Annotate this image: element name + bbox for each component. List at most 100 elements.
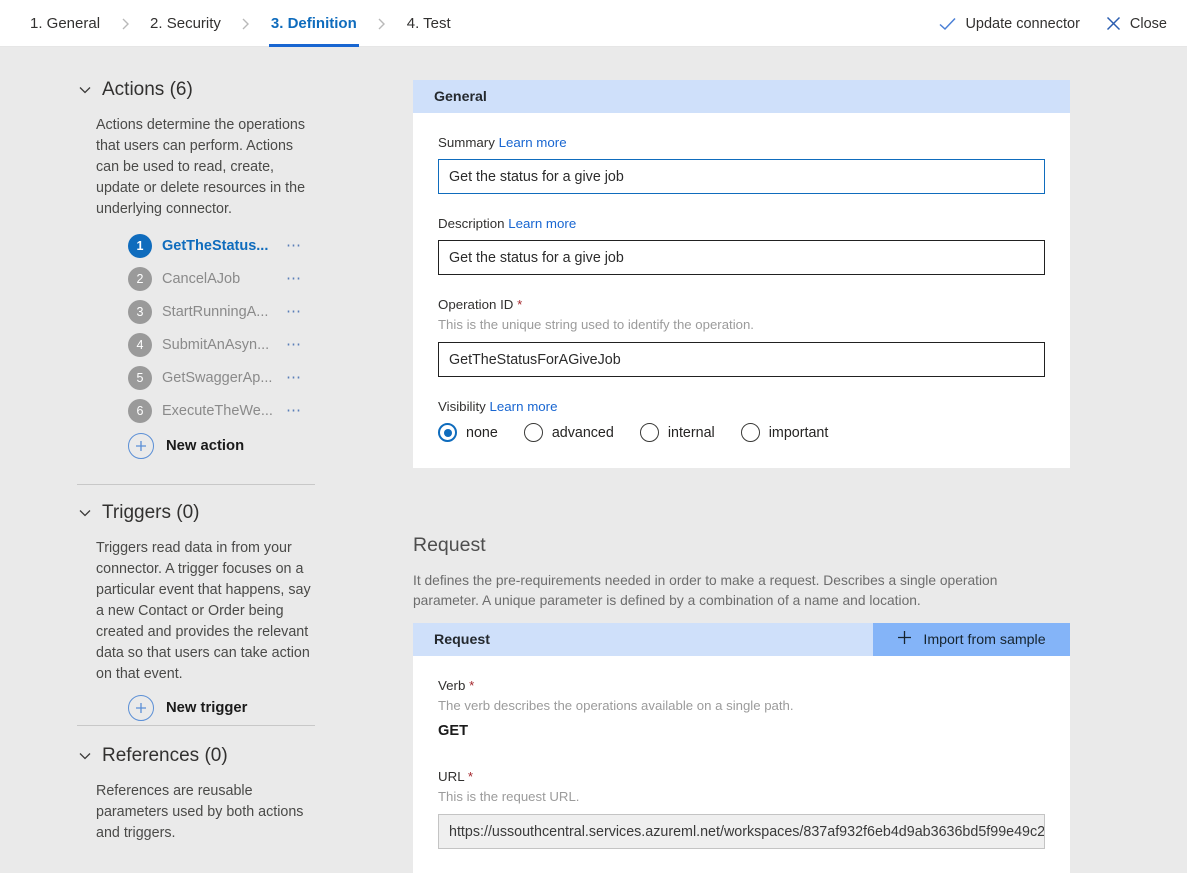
new-trigger-button[interactable]: New trigger	[128, 695, 395, 721]
summary-input[interactable]: Get the status for a give job	[438, 159, 1045, 194]
wizard-step-security[interactable]: 2. Security	[148, 0, 223, 47]
action-item-4[interactable]: 4 SubmitAnAsyn... ⋯	[128, 328, 395, 361]
summary-field: Summary Learn more Get the status for a …	[438, 135, 1045, 194]
operation-id-hint: This is the unique string used to identi…	[438, 317, 1045, 332]
visibility-learn-more-link[interactable]: Learn more	[490, 399, 558, 414]
action-item-4-label: SubmitAnAsyn...	[162, 337, 280, 353]
required-asterisk-icon: *	[469, 678, 474, 693]
url-label: URL *	[438, 769, 1045, 784]
verb-label: Verb *	[438, 678, 1045, 693]
wizard-step-general[interactable]: 1. General	[28, 0, 102, 47]
operation-id-field: Operation ID * This is the unique string…	[438, 297, 1045, 377]
visibility-option-important[interactable]: important	[741, 423, 829, 442]
action-item-5[interactable]: 5 GetSwaggerAp... ⋯	[128, 361, 395, 394]
sidebar-section-actions-title: Actions (6)	[102, 79, 193, 101]
action-item-5-number: 5	[128, 366, 152, 390]
overflow-dots-icon[interactable]: ⋯	[286, 407, 303, 415]
description-learn-more-link[interactable]: Learn more	[508, 216, 576, 231]
request-card-body: Verb * The verb describes the operations…	[413, 656, 1070, 873]
chevron-down-icon	[77, 505, 93, 521]
sidebar-section-actions: Actions (6) Actions determine the operat…	[0, 79, 395, 459]
wizard-step-definition-label: 3. Definition	[271, 15, 357, 32]
action-item-3[interactable]: 3 StartRunningA... ⋯	[128, 295, 395, 328]
wizard-step-test[interactable]: 4. Test	[405, 0, 453, 47]
action-item-4-number: 4	[128, 333, 152, 357]
overflow-dots-icon[interactable]: ⋯	[286, 374, 303, 382]
sidebar-section-actions-header[interactable]: Actions (6)	[77, 79, 395, 101]
plus-icon	[128, 695, 154, 721]
sidebar-section-actions-description: Actions determine the operations that us…	[96, 115, 318, 220]
action-item-6[interactable]: 6 ExecuteTheWe... ⋯	[128, 394, 395, 427]
close-button[interactable]: Close	[1104, 12, 1169, 36]
visibility-option-internal[interactable]: internal	[640, 423, 715, 442]
action-item-2-label: CancelAJob	[162, 271, 280, 287]
overflow-dots-icon[interactable]: ⋯	[286, 275, 303, 283]
summary-input-value: Get the status for a give job	[449, 169, 624, 185]
overflow-dots-icon[interactable]: ⋯	[286, 242, 303, 250]
request-card: Request Import from sample Verb * The ve…	[413, 623, 1070, 873]
visibility-field: Visibility Learn more none advanced	[438, 399, 1045, 442]
action-item-1[interactable]: 1 GetTheStatus... ⋯	[128, 229, 395, 262]
operation-id-label: Operation ID *	[438, 297, 1045, 312]
sidebar-section-triggers-header[interactable]: Triggers (0)	[77, 502, 395, 524]
sidebar-section-triggers-description: Triggers read data in from your connecto…	[96, 538, 318, 685]
close-label: Close	[1130, 16, 1167, 32]
url-input[interactable]: https://ussouthcentral.services.azureml.…	[438, 814, 1045, 849]
new-action-button[interactable]: New action	[128, 433, 395, 459]
checkmark-icon	[939, 17, 956, 31]
verb-label-text: Verb	[438, 678, 465, 693]
overflow-dots-icon[interactable]: ⋯	[286, 341, 303, 349]
top-action-buttons: Update connector Close	[937, 0, 1169, 47]
sidebar-section-references-header[interactable]: References (0)	[77, 745, 395, 767]
close-x-icon	[1106, 16, 1121, 31]
verb-field: Verb * The verb describes the operations…	[438, 678, 1045, 739]
action-item-2[interactable]: 2 CancelAJob ⋯	[128, 262, 395, 295]
radio-button-icon	[438, 423, 457, 442]
general-card-header: General	[413, 80, 1070, 113]
description-input[interactable]: Get the status for a give job	[438, 240, 1045, 275]
sidebar-divider	[77, 725, 315, 726]
url-label-text: URL	[438, 769, 464, 784]
description-input-value: Get the status for a give job	[449, 250, 624, 266]
visibility-option-internal-label: internal	[668, 425, 715, 441]
wizard-step-security-label: 2. Security	[150, 15, 221, 32]
plus-icon	[897, 630, 912, 649]
wizard-step-general-label: 1. General	[30, 15, 100, 32]
general-card-title: General	[434, 89, 487, 105]
sidebar-section-references-description: References are reusable parameters used …	[96, 781, 318, 844]
operation-id-input[interactable]: GetTheStatusForAGiveJob	[438, 342, 1045, 377]
visibility-option-none[interactable]: none	[438, 423, 498, 442]
wizard-step-test-label: 4. Test	[407, 15, 451, 32]
visibility-option-advanced[interactable]: advanced	[524, 423, 614, 442]
url-field: URL * This is the request URL. https://u…	[438, 769, 1045, 849]
sidebar-section-triggers: Triggers (0) Triggers read data in from …	[0, 502, 395, 721]
new-action-label: New action	[166, 438, 244, 454]
verb-value: GET	[438, 723, 1045, 739]
sidebar-section-triggers-title: Triggers (0)	[102, 502, 199, 524]
update-connector-button[interactable]: Update connector	[937, 12, 1081, 36]
action-item-2-number: 2	[128, 267, 152, 291]
verb-hint: The verb describes the operations availa…	[438, 698, 1045, 713]
general-card-body: Summary Learn more Get the status for a …	[413, 113, 1070, 468]
action-item-1-number: 1	[128, 234, 152, 258]
request-card-header: Request Import from sample	[413, 623, 1070, 656]
visibility-option-none-label: none	[466, 425, 498, 441]
visibility-label-text: Visibility	[438, 399, 486, 414]
chevron-down-icon	[77, 748, 93, 764]
new-trigger-label: New trigger	[166, 700, 247, 716]
wizard-step-definition[interactable]: 3. Definition	[269, 0, 359, 47]
summary-label-text: Summary	[438, 135, 495, 150]
request-section-subtitle: It defines the pre-requirements needed i…	[413, 571, 1040, 611]
chevron-right-icon	[102, 17, 148, 31]
summary-label: Summary Learn more	[438, 135, 1045, 150]
update-connector-label: Update connector	[965, 16, 1079, 32]
description-label-text: Description	[438, 216, 505, 231]
import-from-sample-label: Import from sample	[923, 632, 1045, 648]
import-from-sample-button[interactable]: Import from sample	[873, 623, 1070, 656]
request-card-title: Request	[434, 632, 490, 648]
summary-learn-more-link[interactable]: Learn more	[499, 135, 567, 150]
overflow-dots-icon[interactable]: ⋯	[286, 308, 303, 316]
description-field: Description Learn more Get the status fo…	[438, 216, 1045, 275]
actions-list: 1 GetTheStatus... ⋯ 2 CancelAJob ⋯ 3 Sta…	[128, 229, 395, 427]
visibility-option-important-label: important	[769, 425, 829, 441]
